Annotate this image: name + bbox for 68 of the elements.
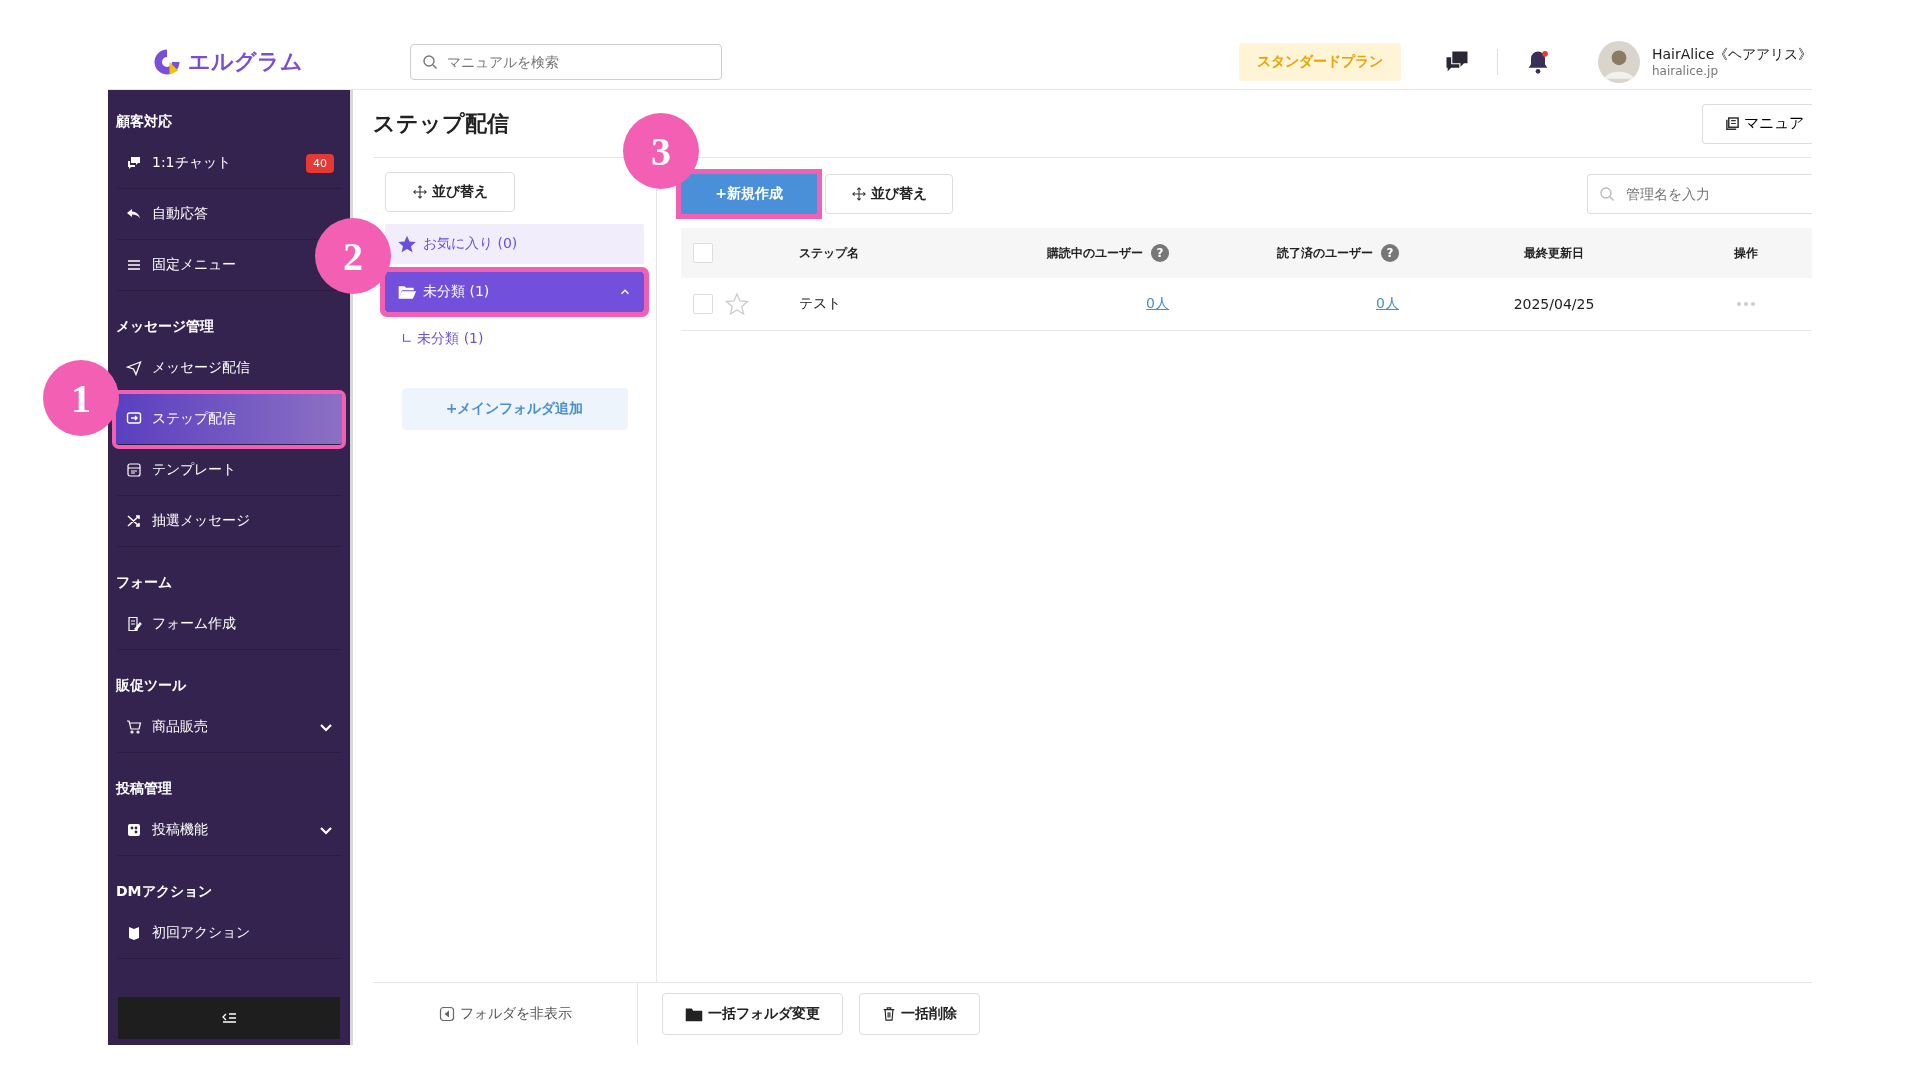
column-header: 購読中のユーザー	[1047, 244, 1143, 262]
section-title: DMアクション	[116, 882, 213, 901]
move-icon	[851, 187, 866, 201]
sidebar-item[interactable]: 商品販売	[116, 702, 342, 753]
collapse-sidebar-button[interactable]	[118, 997, 340, 1039]
sidebar-item[interactable]: 1:1チャット 40	[116, 138, 342, 189]
checkbox[interactable]	[693, 294, 713, 314]
logo-icon	[152, 47, 182, 77]
checkbox[interactable]	[693, 243, 713, 263]
avatar[interactable]	[1598, 41, 1640, 83]
folder-item[interactable]: お気に入り (0)	[385, 224, 644, 264]
table-cell: 2025/04/25	[1513, 296, 1595, 312]
table-cell: テスト	[799, 295, 841, 313]
form-icon	[126, 616, 142, 632]
star-icon[interactable]	[725, 292, 749, 316]
collapse-icon	[221, 1012, 237, 1024]
move-icon	[412, 185, 427, 199]
step-number-marker: 3	[623, 113, 699, 189]
subfolder-item[interactable]: ∟ 未分類 (1)	[385, 312, 644, 348]
template-icon	[126, 462, 142, 478]
sidebar-item[interactable]: 抽選メッセージ	[116, 496, 342, 547]
bulk-delete-button[interactable]: 一括削除	[859, 993, 980, 1035]
section-title: メッセージ管理	[116, 317, 215, 336]
search-field[interactable]: 管理名を入力	[1587, 174, 1812, 214]
post-icon	[126, 822, 142, 838]
logo-text: エルグラム	[188, 48, 303, 76]
subscribers-link[interactable]: 0人	[1146, 295, 1169, 313]
page-title: ステップ配信	[373, 109, 509, 138]
step-number-marker: 1	[43, 360, 119, 436]
completed-link[interactable]: 0人	[1376, 295, 1399, 313]
cart-icon	[126, 719, 142, 735]
sidebar-item[interactable]: 初回アクション	[116, 908, 342, 959]
bulk-folder-button[interactable]: 一括フォルダ変更	[662, 993, 843, 1035]
column-header: 操作	[1733, 244, 1758, 262]
help-icon[interactable]: ?	[1151, 244, 1169, 262]
sidebar-item[interactable]: フォーム作成	[116, 599, 342, 650]
help-icon[interactable]: ?	[1381, 244, 1399, 262]
user-name: HairAlice《ヘアアリス》	[1652, 46, 1812, 64]
column-header: 最終更新日	[1524, 244, 1584, 262]
collapse-left-icon	[438, 1006, 455, 1022]
send-icon	[126, 360, 142, 376]
sort-button[interactable]: 並び替え	[825, 174, 953, 214]
count-badge: 40	[306, 153, 334, 173]
step-icon	[126, 411, 142, 427]
section-title: 投稿管理	[116, 779, 173, 798]
manual-button[interactable]: マニュア	[1702, 103, 1812, 144]
star-icon	[397, 234, 417, 254]
column-header: 読了済のユーザー	[1277, 244, 1373, 262]
more-icon[interactable]	[1735, 301, 1756, 307]
search-field[interactable]: マニュアルを検索	[410, 44, 722, 80]
section-title: 顧客対応	[116, 112, 173, 131]
hide-folders-button[interactable]: フォルダを非表示	[432, 1004, 578, 1024]
menu-icon	[126, 257, 142, 273]
sidebar-item[interactable]: テンプレート	[116, 445, 342, 496]
section-title: フォーム	[116, 573, 173, 592]
trash-icon	[882, 1006, 896, 1022]
user-domain: hairalice.jp	[1652, 64, 1719, 78]
shuffle-icon	[126, 513, 142, 529]
section-title: 販促ツール	[116, 676, 187, 695]
search-icon	[422, 54, 438, 70]
book-icon	[1725, 116, 1740, 131]
sort-button[interactable]: 並び替え	[385, 172, 515, 212]
sidebar-item[interactable]: 投稿機能	[116, 805, 342, 856]
chat-icon	[126, 155, 142, 171]
search-icon	[1599, 186, 1615, 202]
column-header: ステップ名	[799, 244, 859, 262]
folder-icon	[685, 1006, 703, 1022]
book-icon	[126, 925, 142, 941]
